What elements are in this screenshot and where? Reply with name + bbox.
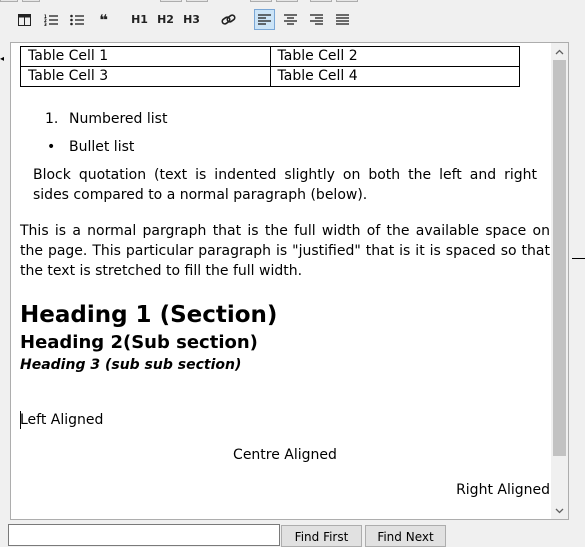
list-number: 1.: [45, 111, 59, 127]
right-edge-line: [572, 258, 585, 259]
blockquote-icon[interactable]: ❝: [93, 9, 114, 30]
table-row: Table Cell 3 Table Cell 4: [20, 66, 520, 87]
toolbar: 123 ❝ H1 H2 H3: [0, 0, 585, 42]
heading-2: Heading 2(Sub section): [20, 332, 258, 353]
heading-3: Heading 3 (sub sub section): [20, 357, 242, 373]
find-input[interactable]: [8, 524, 280, 546]
toolbar-top-edge: [0, 0, 585, 3]
heading-1-button[interactable]: H1: [129, 9, 150, 30]
table-icon[interactable]: [14, 9, 35, 30]
table-cell[interactable]: Table Cell 2: [269, 46, 520, 67]
table-cell[interactable]: Table Cell 3: [20, 66, 271, 87]
justify-icon[interactable]: [332, 9, 353, 30]
scroll-up-icon[interactable]: [551, 43, 568, 60]
editor-content[interactable]: Table Cell 1 Table Cell 2 Table Cell 3 T…: [11, 43, 552, 519]
rich-text-editor[interactable]: Table Cell 1 Table Cell 2 Table Cell 3 T…: [10, 42, 569, 520]
vertical-scrollbar[interactable]: [551, 43, 568, 519]
align-left-icon[interactable]: [254, 9, 275, 30]
normal-paragraph: This is a normal pargraph that is the fu…: [20, 223, 550, 279]
align-right-icon[interactable]: [306, 9, 327, 30]
align-center-icon[interactable]: [280, 9, 301, 30]
scroll-down-icon[interactable]: [551, 502, 568, 519]
heading-3-button[interactable]: H3: [181, 9, 202, 30]
left-aligned-text: Left Aligned: [20, 412, 104, 428]
bullet-marker: •: [47, 139, 56, 155]
table-row: Table Cell 1 Table Cell 2: [20, 46, 520, 67]
bullet-list-icon[interactable]: [66, 9, 87, 30]
table-cell[interactable]: Table Cell 1: [20, 46, 271, 67]
centre-aligned-text: Centre Aligned: [233, 447, 337, 463]
list-item-text: Numbered list: [69, 111, 168, 127]
document-table: Table Cell 1 Table Cell 2 Table Cell 3 T…: [20, 46, 520, 87]
block-quotation: Block quotation (text is indented slight…: [33, 167, 537, 203]
right-aligned-text: Right Aligned: [456, 482, 550, 498]
numbered-list-icon[interactable]: 123: [40, 9, 61, 30]
heading-2-button[interactable]: H2: [155, 9, 176, 30]
table-cell[interactable]: Table Cell 4: [269, 66, 520, 87]
bullet-list-item: • Bullet list: [45, 137, 134, 157]
svg-text:3: 3: [44, 22, 47, 26]
link-icon[interactable]: [218, 9, 239, 30]
numbered-list-item: 1. Numbered list: [45, 109, 167, 129]
list-item-text: Bullet list: [69, 139, 135, 155]
left-edge-marker: ◂: [0, 54, 5, 63]
heading-1: Heading 1 (Section): [20, 302, 278, 328]
text-caret: [20, 411, 21, 429]
scrollbar-thumb[interactable]: [553, 60, 566, 456]
